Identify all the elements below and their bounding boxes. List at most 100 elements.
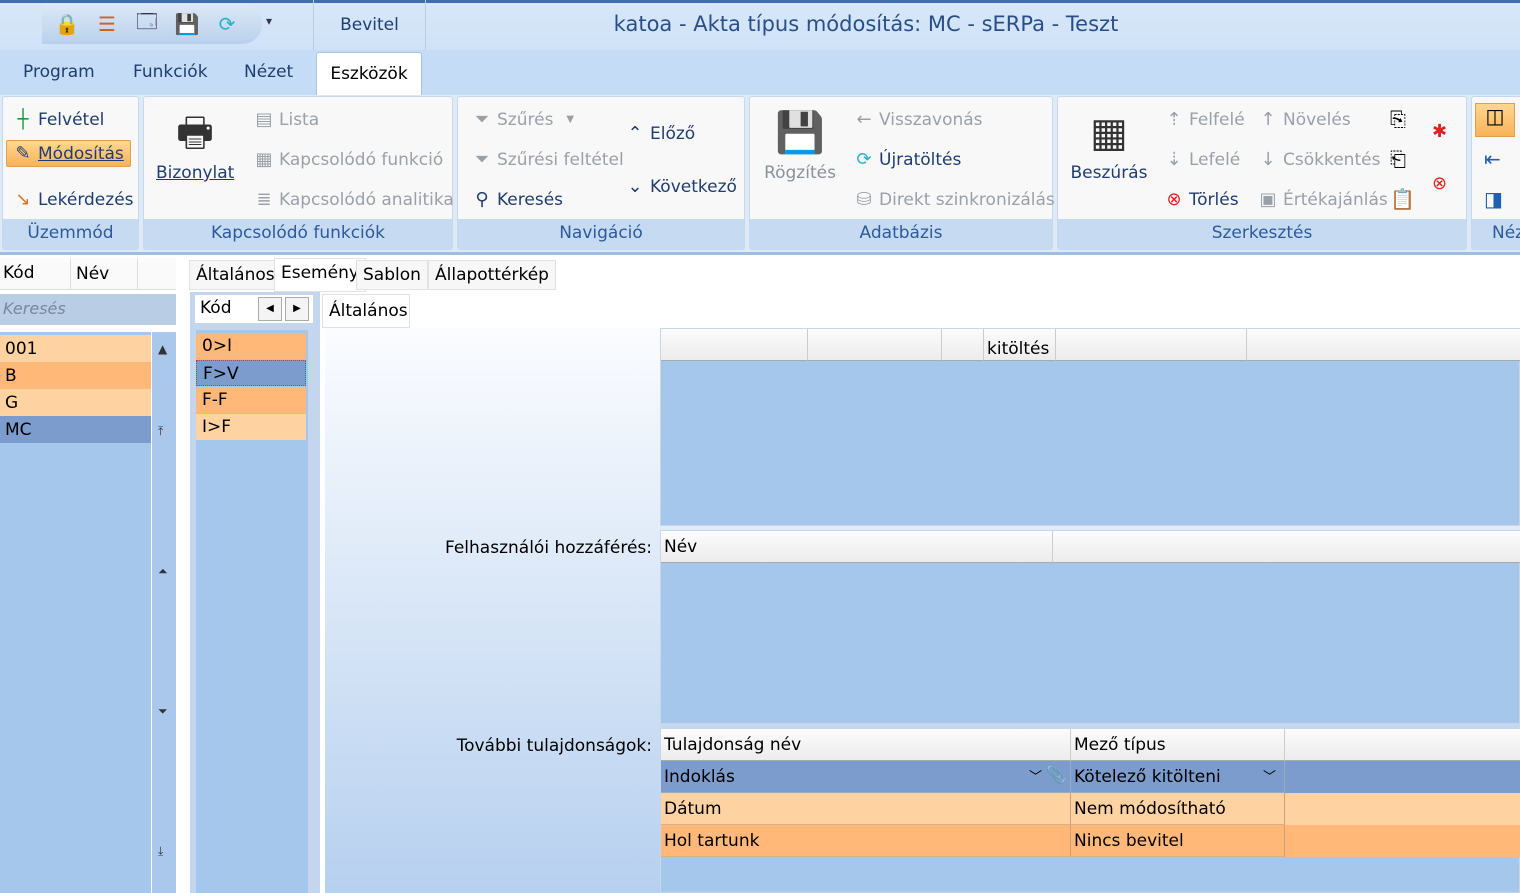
scroll-up-icon[interactable]: ▲ xyxy=(158,342,167,356)
grid-header xyxy=(1053,531,1520,563)
table-row[interactable]: Hol tartunk Nincs bevitel xyxy=(661,825,1520,857)
torles-button[interactable]: ⊗ Törlés xyxy=(1162,189,1238,210)
add-icon: ┼ xyxy=(17,109,29,130)
copy-icon[interactable]: ⎘ xyxy=(1390,107,1406,131)
panel-left-icon[interactable]: ⇤ xyxy=(1484,147,1501,171)
elozo-button[interactable]: ⌃ Előző xyxy=(623,123,695,144)
attachment-icon[interactable]: 📎 xyxy=(1046,765,1066,784)
kapcsolodo-funkcio-button[interactable]: ▦ Kapcsolódó funkció xyxy=(252,149,443,170)
bizonylat-button[interactable]: 🖶 Bizonylat xyxy=(156,103,234,183)
paste-icon[interactable]: 📋 xyxy=(1390,187,1415,211)
group-label: Navigáció xyxy=(458,219,744,249)
arrow-up-icon: ↑ xyxy=(1260,109,1276,130)
chevron-down-icon[interactable]: ﹀ xyxy=(1263,766,1276,785)
grid-header-name[interactable]: Tulajdonság név xyxy=(661,729,1071,761)
felvetel-button[interactable]: ┼ Felvétel xyxy=(11,109,105,130)
tab-funkciok[interactable]: Funkciók xyxy=(133,62,208,82)
nav-left-icon[interactable]: ◀ xyxy=(258,297,282,321)
tab-general[interactable]: Általános xyxy=(322,294,410,328)
prop-type-cell[interactable]: Nincs bevitel xyxy=(1071,825,1285,857)
grid-header-type[interactable]: Mező típus xyxy=(1071,729,1285,761)
search-input[interactable]: Keresés xyxy=(0,294,176,325)
list-scrollbar[interactable]: ▲ ⤒ ⏶ ⏷ ⤓ xyxy=(151,332,176,893)
kovetkezo-button[interactable]: ⌄ Következő xyxy=(623,176,736,197)
beszuras-button[interactable]: ▦ Beszúrás xyxy=(1066,103,1152,183)
user-access-grid: Név xyxy=(660,530,1520,724)
lefele-button[interactable]: ⇣ Lefelé xyxy=(1162,149,1240,170)
list-item[interactable]: 001 xyxy=(0,335,151,362)
event-list: 0>I F>V F-F I>F xyxy=(196,330,308,893)
tab-altalanos[interactable]: Általános xyxy=(189,260,282,290)
new-record-icon[interactable]: ✱ xyxy=(1432,121,1447,142)
direkt-szinkronizalas-button[interactable]: ⛁ Direkt szinkronizálás xyxy=(852,189,1054,210)
page-up-icon[interactable]: ⏶ xyxy=(158,564,168,579)
layout-icon[interactable]: ◫ xyxy=(1475,103,1515,137)
grid-header-nev[interactable]: Név xyxy=(661,531,1053,563)
scroll-top-icon[interactable]: ⤒ xyxy=(158,424,163,439)
ertekajanlas-button[interactable]: ▣ Értékajánlás xyxy=(1256,189,1387,210)
save-icon[interactable]: 💾 xyxy=(174,11,200,37)
list-item[interactable]: I>F xyxy=(196,414,306,440)
list-item-selected[interactable]: MC xyxy=(0,416,151,443)
col-kod[interactable]: Kód xyxy=(3,263,35,283)
panel-detail-icon[interactable]: ◨ xyxy=(1484,187,1503,211)
kereses-button[interactable]: ⚲ Keresés xyxy=(470,189,563,210)
cut-icon[interactable]: ⎗ xyxy=(1390,147,1406,171)
delete-record-icon[interactable]: ⊗ xyxy=(1432,173,1447,194)
tree-icon[interactable]: ☰ xyxy=(94,11,120,37)
csokkentes-button[interactable]: ↓ Csökkentés xyxy=(1256,149,1380,170)
undo-arrow-icon: ← xyxy=(856,109,872,130)
page-down-icon[interactable]: ⏷ xyxy=(158,704,168,719)
group-navigacio: ⏷ Szűrés ▼ ⏷ Szűrési feltétel ⚲ Keresés ⌃ Elő… xyxy=(457,96,745,250)
move-down-icon: ⇣ xyxy=(1166,149,1182,170)
lista-button[interactable]: ▤ Lista xyxy=(252,109,319,130)
reload-icon: ⟳ xyxy=(856,149,872,170)
visszavonas-button[interactable]: ← Visszavonás xyxy=(852,109,982,130)
nav-right-icon[interactable]: ▶ xyxy=(285,297,309,321)
chevron-down-icon[interactable]: ﹀ xyxy=(1029,766,1042,785)
sync-icon: ⛁ xyxy=(856,189,872,210)
grid-header: kitöltés xyxy=(984,329,1056,361)
prop-name-cell[interactable]: Hol tartunk xyxy=(661,825,1071,857)
list-item[interactable]: B xyxy=(0,362,151,389)
modositas-button[interactable]: ✎ Módosítás xyxy=(6,140,131,167)
kapcsolodo-analitika-button[interactable]: ≣ Kapcsolódó analitika xyxy=(252,189,453,210)
list-item[interactable]: G xyxy=(0,389,151,416)
ribbon: ┼ Felvétel ✎ Módosítás ↘ Lekérdezés Üzemmód… xyxy=(0,95,1520,255)
lekerdezes-button[interactable]: ↘ Lekérdezés xyxy=(11,189,133,210)
calendar-icon: ▣ xyxy=(1259,189,1277,210)
table-row[interactable]: Dátum Nem módosítható xyxy=(661,793,1520,825)
prop-type-cell[interactable]: Kötelező kitölteni ﹀ xyxy=(1071,761,1285,793)
scroll-bottom-icon[interactable]: ⤓ xyxy=(158,844,163,859)
tab-allapotterkep[interactable]: Állapottérkép xyxy=(428,260,556,290)
szures-button[interactable]: ⏷ Szűrés ▼ xyxy=(470,109,574,130)
prop-type-cell[interactable]: Nem módosítható xyxy=(1071,793,1285,825)
lock-icon[interactable]: 🔒 xyxy=(54,11,80,37)
window-title: katoa - Akta típus módosítás: MC - sERPa… xyxy=(613,12,1119,36)
tab-program[interactable]: Program xyxy=(23,62,95,82)
edit-icon: ✎ xyxy=(15,143,31,164)
tab-nezet[interactable]: Nézet xyxy=(244,62,293,82)
szuresi-feltetel-button[interactable]: ⏷ Szűrési feltétel xyxy=(470,149,624,170)
list-item-selected[interactable]: F>V xyxy=(196,360,306,386)
felfele-button[interactable]: ⇡ Felfelé xyxy=(1162,109,1244,130)
arrow-down-icon: ↓ xyxy=(1260,149,1276,170)
grid-header xyxy=(1247,329,1520,361)
rogzites-button[interactable]: 💾 Rögzítés xyxy=(758,103,842,183)
prop-name-cell[interactable]: Dátum xyxy=(661,793,1071,825)
tab-esemeny[interactable]: Esemény xyxy=(274,258,366,292)
refresh-icon[interactable]: ⟳ xyxy=(214,11,240,37)
preview-icon[interactable]: 🗔 xyxy=(134,9,160,37)
tab-eszkozok[interactable]: Eszközök xyxy=(316,52,422,96)
prop-name-cell[interactable]: Indoklás ﹀ 📎 xyxy=(661,761,1071,793)
query-icon: ↘ xyxy=(15,189,31,210)
list-item[interactable]: F-F xyxy=(196,387,306,413)
context-tab-bevitel[interactable]: Bevitel xyxy=(313,0,426,50)
col-nev[interactable]: Név xyxy=(70,258,138,289)
table-row-selected[interactable]: Indoklás ﹀ 📎 Kötelező kitölteni ﹀ xyxy=(661,761,1520,793)
tab-sablon[interactable]: Sablon xyxy=(356,260,428,290)
list-item[interactable]: 0>I xyxy=(196,333,306,359)
noveles-button[interactable]: ↑ Növelés xyxy=(1256,109,1350,130)
ujratoltes-button[interactable]: ⟳ Újratöltés xyxy=(852,149,961,170)
qat-customize-button[interactable]: ▾ xyxy=(266,14,272,28)
